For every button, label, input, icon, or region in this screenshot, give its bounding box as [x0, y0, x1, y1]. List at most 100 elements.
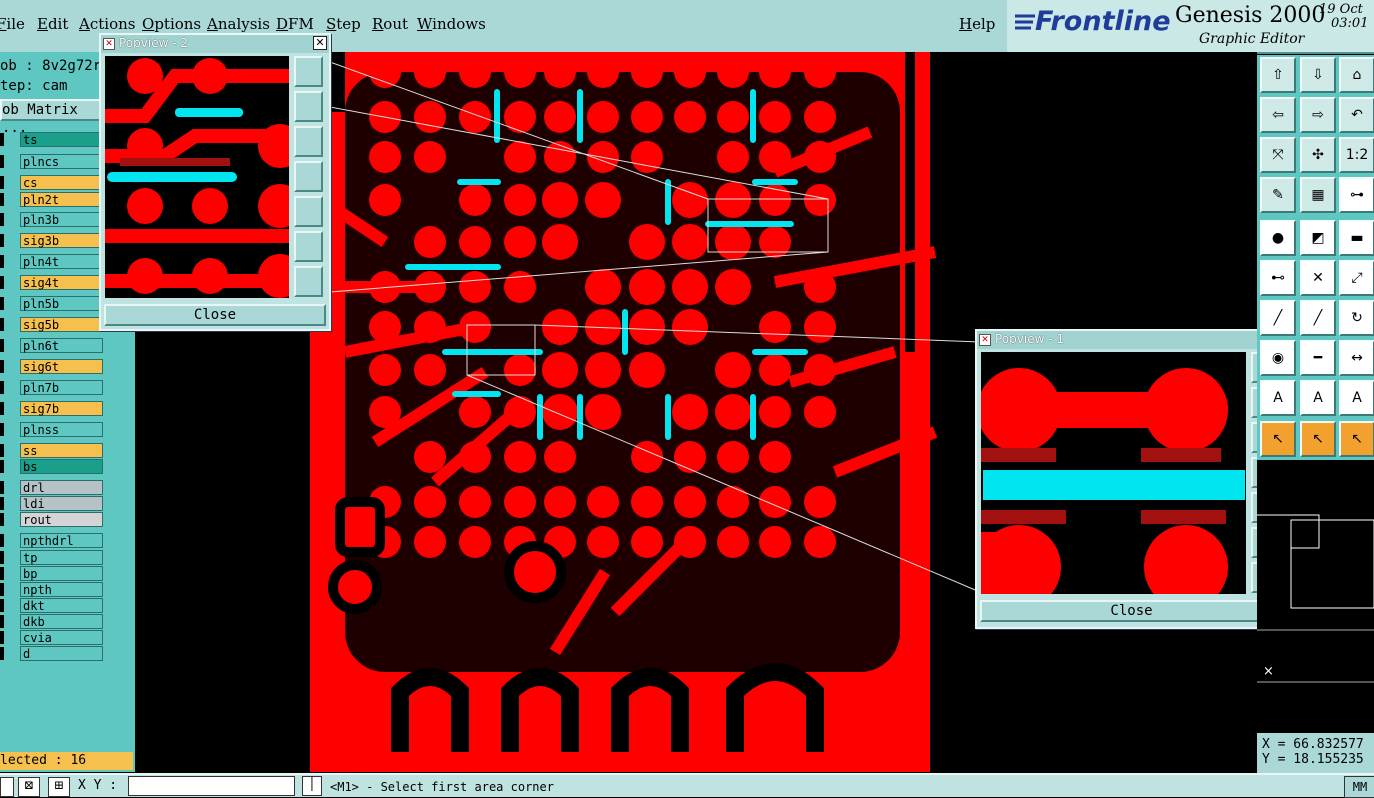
- layer-row-plncs[interactable]: plncs: [0, 154, 103, 169]
- line-select-icon[interactable]: ╱: [1300, 300, 1336, 336]
- pan-left-icon[interactable]: ⇦: [1260, 97, 1296, 133]
- layer-row-sig7b[interactable]: sig7b: [0, 401, 103, 416]
- menu-help[interactable]: Help: [959, 15, 995, 33]
- zoom-center-icon[interactable]: ✣: [1300, 137, 1336, 173]
- layer-checkbox[interactable]: [0, 213, 4, 226]
- text-a-blue-icon[interactable]: A: [1339, 380, 1374, 416]
- arc-icon[interactable]: ↻: [1339, 300, 1374, 336]
- line-mode-icon[interactable]: │: [302, 776, 322, 796]
- status-toggle-icon[interactable]: [0, 777, 14, 797]
- layer-row-cs[interactable]: cs: [0, 175, 103, 190]
- layer-checkbox[interactable]: [0, 567, 4, 580]
- menu-step[interactable]: Step: [326, 15, 361, 33]
- pan-right-icon[interactable]: [294, 196, 323, 227]
- pan-down-icon[interactable]: [294, 126, 323, 157]
- measure-point-icon[interactable]: ●: [1260, 220, 1296, 256]
- layer-row-pln6t[interactable]: pln6t: [0, 338, 103, 353]
- layer-row-plnss[interactable]: plnss: [0, 422, 103, 437]
- netlist-icon[interactable]: ⊶: [1339, 177, 1374, 213]
- ruler-icon[interactable]: ▬: [1339, 220, 1374, 256]
- menu-options[interactable]: Options: [142, 15, 201, 33]
- text-a-icon[interactable]: A: [1260, 380, 1296, 416]
- window-menu-icon[interactable]: ✕: [103, 38, 115, 50]
- layer-checkbox[interactable]: [0, 402, 4, 415]
- layer-checkbox[interactable]: [0, 255, 4, 268]
- popview-2-window[interactable]: ✕ Popview - 2 ✕ Close: [99, 33, 331, 331]
- popview-1-window[interactable]: ✕ Popview - 1 ✕ Close: [975, 329, 1288, 629]
- layer-checkbox[interactable]: [0, 647, 4, 660]
- grid-snap-icon[interactable]: ⊞: [48, 777, 70, 797]
- cross-icon[interactable]: ✕: [1300, 260, 1336, 296]
- layer-row-sig4t[interactable]: sig4t: [0, 275, 103, 290]
- layer-checkbox[interactable]: [0, 551, 4, 564]
- grid-icon[interactable]: ▦: [1300, 177, 1336, 213]
- zoom-in-icon[interactable]: [294, 56, 323, 87]
- pan-right-icon[interactable]: ⇨: [1300, 97, 1336, 133]
- popview-1-close-button[interactable]: Close: [980, 600, 1283, 622]
- layer-row-ss[interactable]: ss: [0, 443, 103, 458]
- layer-checkbox[interactable]: [0, 155, 4, 168]
- layer-checkbox[interactable]: [0, 276, 4, 289]
- pan-left-icon[interactable]: [294, 161, 323, 192]
- layer-row-cvia[interactable]: cvia: [0, 630, 103, 645]
- window-menu-icon[interactable]: ✕: [979, 334, 991, 346]
- layer-checkbox[interactable]: [0, 583, 4, 596]
- snap-icon[interactable]: ⊠: [18, 777, 40, 797]
- layer-row-tp[interactable]: tp: [0, 550, 103, 565]
- layer-row-d[interactable]: d: [0, 646, 103, 661]
- layer-row-bs[interactable]: bs: [0, 459, 103, 474]
- menu-analysis[interactable]: Analysis: [207, 15, 270, 33]
- layer-row-rout[interactable]: rout: [0, 512, 103, 527]
- text-a-red-icon[interactable]: A: [1300, 380, 1336, 416]
- layer-row-sig5b[interactable]: sig5b: [0, 317, 103, 332]
- layer-row-pln4t[interactable]: pln4t: [0, 254, 103, 269]
- layer-row-pln3b[interactable]: pln3b: [0, 212, 103, 227]
- job-matrix-button[interactable]: ob Matrix ...: [0, 99, 107, 136]
- layer-row-drl[interactable]: drl: [0, 480, 103, 495]
- horizontal-line-icon[interactable]: ━: [1300, 340, 1336, 376]
- pan-down-icon[interactable]: ⇩: [1300, 57, 1336, 93]
- menu-file[interactable]: File: [0, 15, 25, 33]
- overview-map[interactable]: ×: [1257, 460, 1374, 733]
- zoom-fit-icon[interactable]: [294, 231, 323, 262]
- connect-icon[interactable]: ⊷: [1260, 260, 1296, 296]
- layer-row-bp[interactable]: bp: [0, 566, 103, 581]
- layer-checkbox[interactable]: [0, 176, 4, 189]
- layer-row-npthdrl[interactable]: npthdrl: [0, 533, 103, 548]
- undo-view-icon[interactable]: ↶: [1339, 97, 1374, 133]
- layer-row-dkb[interactable]: dkb: [0, 614, 103, 629]
- dimension-icon[interactable]: ↔: [1339, 340, 1374, 376]
- layer-checkbox[interactable]: [0, 381, 4, 394]
- tools-icon[interactable]: ✎: [1260, 177, 1296, 213]
- layer-checkbox[interactable]: [0, 133, 4, 146]
- zoom-fit-icon[interactable]: ⤧: [1260, 137, 1296, 173]
- popview-1-titlebar[interactable]: ✕ Popview - 1 ✕: [977, 331, 1286, 349]
- layer-checkbox[interactable]: [0, 497, 4, 510]
- popview-2-titlebar[interactable]: ✕ Popview - 2 ✕: [101, 35, 329, 53]
- menu-rout[interactable]: Rout: [372, 15, 408, 33]
- menu-actions[interactable]: Actions: [79, 15, 135, 33]
- layer-row-sig3b[interactable]: sig3b: [0, 233, 103, 248]
- home-icon[interactable]: ⌂: [1339, 57, 1374, 93]
- layer-checkbox[interactable]: [0, 513, 4, 526]
- layer-row-ldi[interactable]: ldi: [0, 496, 103, 511]
- pan-up-icon[interactable]: ⇧: [1260, 57, 1296, 93]
- popview-2-close-button[interactable]: Close: [104, 304, 326, 326]
- layer-checkbox[interactable]: [0, 534, 4, 547]
- select-arrow-icon[interactable]: ↖: [1339, 421, 1374, 457]
- layer-row-dkt[interactable]: dkt: [0, 598, 103, 613]
- select-arrow-icon[interactable]: ↖: [1260, 421, 1296, 457]
- layer-row-sig6t[interactable]: sig6t: [0, 359, 103, 374]
- layer-checkbox[interactable]: [0, 460, 4, 473]
- xy-input[interactable]: [128, 776, 295, 796]
- measure-angle-icon[interactable]: ◩: [1300, 220, 1336, 256]
- layer-row-pln2t[interactable]: pln2t: [0, 192, 103, 207]
- link-icon[interactable]: ⤢: [1339, 260, 1374, 296]
- menu-edit[interactable]: Edit: [37, 15, 68, 33]
- pan-up-icon[interactable]: [294, 91, 323, 122]
- layer-checkbox[interactable]: [0, 360, 4, 373]
- layer-row-ts[interactable]: ts: [0, 132, 103, 147]
- layer-checkbox[interactable]: [0, 297, 4, 310]
- layer-row-pln5b[interactable]: pln5b: [0, 296, 103, 311]
- layer-row-pln7b[interactable]: pln7b: [0, 380, 103, 395]
